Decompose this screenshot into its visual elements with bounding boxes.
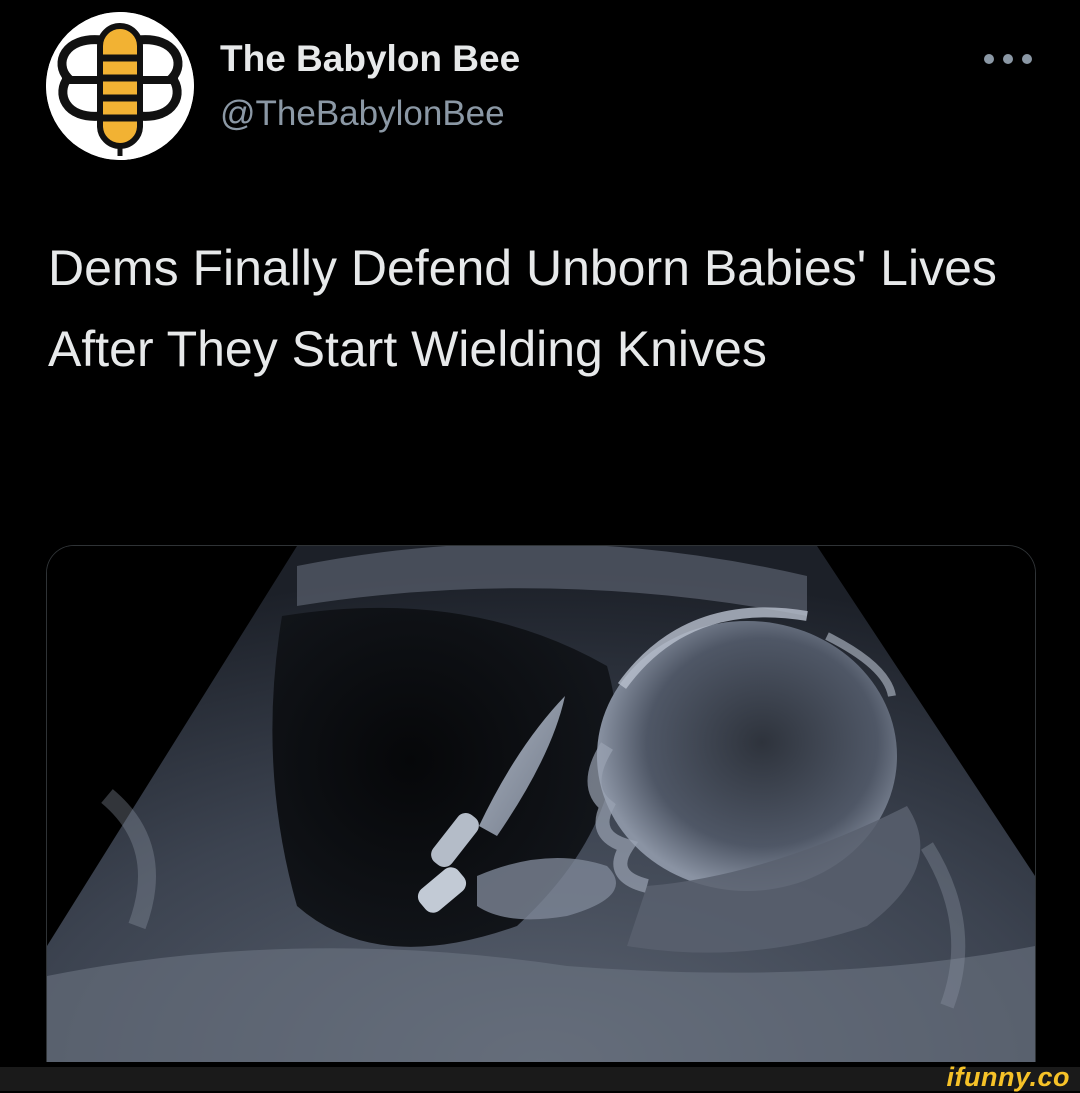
avatar[interactable] — [46, 12, 194, 160]
more-dot — [1003, 54, 1013, 64]
tweet-media-image[interactable] — [46, 545, 1036, 1062]
tweet-text: Dems Finally Defend Unborn Babies' Lives… — [48, 240, 997, 377]
more-dot — [1022, 54, 1032, 64]
more-dot — [984, 54, 994, 64]
account-handle[interactable]: @TheBabylonBee — [220, 94, 505, 134]
bee-logo-icon — [46, 12, 194, 160]
more-options-icon[interactable] — [984, 44, 1032, 74]
watermark-bar — [0, 1067, 1080, 1091]
ifunny-watermark: ifunny.co — [946, 1062, 1070, 1092]
ultrasound-image — [47, 546, 1035, 1062]
display-name[interactable]: The Babylon Bee — [220, 38, 520, 80]
